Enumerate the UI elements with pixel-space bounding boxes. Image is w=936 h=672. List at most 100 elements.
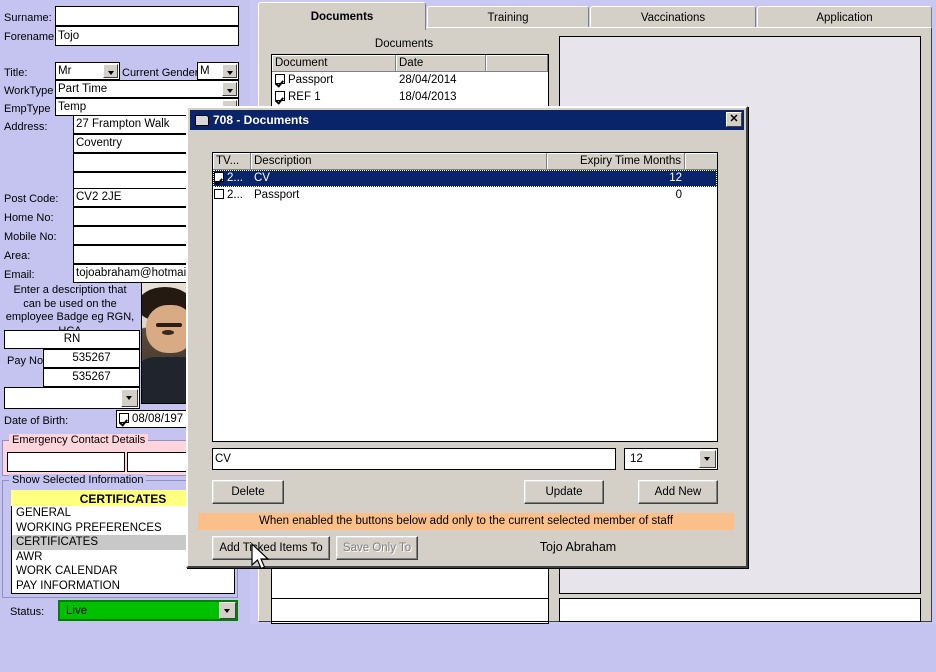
documents-grid-header: Document Date [272,55,548,72]
save-only-to-button[interactable]: Save Only To [336,536,418,560]
title-label: Title: [4,67,28,79]
status-value: Live [66,605,88,617]
dob-value: 08/08/197 [132,413,184,425]
documents-dialog: 708 - Documents ✕ TV... Description Expi… [186,106,748,568]
documents-footer-left-box[interactable] [271,598,549,622]
chevron-down-icon[interactable] [219,602,236,619]
cell-description: Passport [254,189,300,201]
column-header-blank[interactable] [685,153,717,170]
photo-brow [156,323,182,327]
gender-value: M [200,65,210,77]
cell-expiry: 0 [675,189,682,201]
photo-face [146,305,186,353]
close-icon[interactable]: ✕ [726,112,742,127]
cell-document: REF 1 [288,91,321,103]
address-label: Address: [4,121,48,133]
table-row[interactable]: REF 1 18/04/2013 [272,89,548,106]
email-label: Email: [4,269,35,281]
row-checkbox[interactable] [214,189,224,199]
dialog-update-button[interactable]: Update [524,480,604,504]
pay-no-confirm-input[interactable]: 535267 [43,368,140,387]
staff-name-label: Tojo Abraham [539,540,617,554]
gender-label: Current Gender: [122,67,202,79]
chevron-down-icon[interactable] [103,64,118,78]
mobile-no-label: Mobile No: [4,231,57,243]
forename-input[interactable]: Tojo [55,26,239,46]
cell-document: Passport [288,74,334,86]
column-header-date[interactable]: Date [396,55,486,72]
list-item[interactable]: PAY INFORMATION [12,579,234,594]
description-input[interactable]: CV [212,448,616,470]
emergency-contact-name-input[interactable] [7,452,125,472]
row-checkbox[interactable] [275,74,285,84]
surname-label: Surname: [4,12,52,24]
emptype-value: Temp [58,101,87,113]
documents-footer-right-box[interactable] [559,598,921,622]
postcode-label: Post Code: [4,193,59,205]
area-label: Area: [4,250,31,262]
photo-body [142,357,186,403]
dob-field[interactable]: 08/08/197 [116,410,191,428]
show-selected-info-title: Show Selected Information [9,474,147,486]
table-row[interactable]: 2... CV 12 [213,170,717,187]
cell-expiry: 12 [669,172,682,184]
expiry-months-combobox[interactable]: 12 [624,448,718,470]
column-header-document[interactable]: Document [272,55,396,72]
forename-label: Forename: [4,31,58,43]
cell-tv: 2... [227,172,243,184]
gender-combobox[interactable]: M [197,62,239,80]
folder-icon [195,114,209,126]
title-combobox[interactable]: Mr [55,62,120,80]
table-row[interactable]: Passport 28/04/2014 [272,72,548,89]
pay-no-label: Pay No: [7,355,47,367]
cell-description: CV [254,172,270,184]
tab-vaccinations[interactable]: Vaccinations [590,6,756,28]
chevron-down-icon[interactable] [222,82,237,96]
cell-tv: 2... [227,189,243,201]
title-value: Mr [58,65,72,77]
cell-date: 18/04/2013 [399,91,457,103]
photo-eye [162,330,174,335]
badge-description-input[interactable]: RN [4,330,140,349]
chevron-down-icon[interactable] [699,450,716,468]
table-row[interactable]: 2... Passport 0 [213,187,717,204]
tab-strip: Documents Training Vaccinations Applicat… [258,2,932,30]
application-window: Surname: Forename: Tojo Title: Mr Curren… [0,0,936,672]
dob-label: Date of Birth: [4,415,69,427]
dialog-title: 708 - Documents [213,113,310,127]
tab-application[interactable]: Application [757,6,932,28]
dialog-grid-header: TV... Description Expiry Time Months [213,153,717,170]
extra-combobox[interactable] [4,387,140,409]
expiry-months-value: 12 [630,453,643,465]
column-header-description[interactable]: Description [251,153,547,170]
home-no-label: Home No: [4,212,54,224]
surname-input[interactable] [55,6,239,26]
employee-photo [141,282,187,404]
dialog-titlebar[interactable]: 708 - Documents ✕ [190,110,744,130]
column-header-expiry[interactable]: Expiry Time Months [547,153,685,170]
dialog-add-new-button[interactable]: Add New [638,480,718,504]
chevron-down-icon[interactable] [121,389,138,407]
cell-date: 28/04/2014 [399,74,457,86]
documents-caption: Documents [374,38,434,50]
row-checkbox[interactable] [214,172,224,182]
dialog-documents-grid[interactable]: TV... Description Expiry Time Months 2..… [212,152,718,442]
emergency-contact-group-title: Emergency Contact Details [9,434,149,446]
status-combobox[interactable]: Live [58,600,238,621]
dialog-delete-button[interactable]: Delete [212,480,284,504]
worktype-label: WorkType [4,85,54,97]
dob-checkbox[interactable] [119,413,129,423]
tab-documents[interactable]: Documents [258,2,426,30]
add-ticked-items-button[interactable]: Add Ticked Items To [212,536,330,560]
tab-training[interactable]: Training [427,6,589,28]
bottom-toolbar: Delete Show All Cancel New All Section 1… [0,624,936,672]
pay-no-input[interactable]: 535267 [43,349,140,368]
chevron-down-icon[interactable] [222,64,237,78]
column-header-blank[interactable] [486,55,548,72]
worktype-value: Part Time [58,83,108,95]
info-banner: When enabled the buttons below add only … [198,513,734,530]
column-header-tv[interactable]: TV... [213,153,251,170]
row-checkbox[interactable] [275,91,285,101]
worktype-combobox[interactable]: Part Time [55,80,239,98]
status-label: Status: [10,606,45,618]
